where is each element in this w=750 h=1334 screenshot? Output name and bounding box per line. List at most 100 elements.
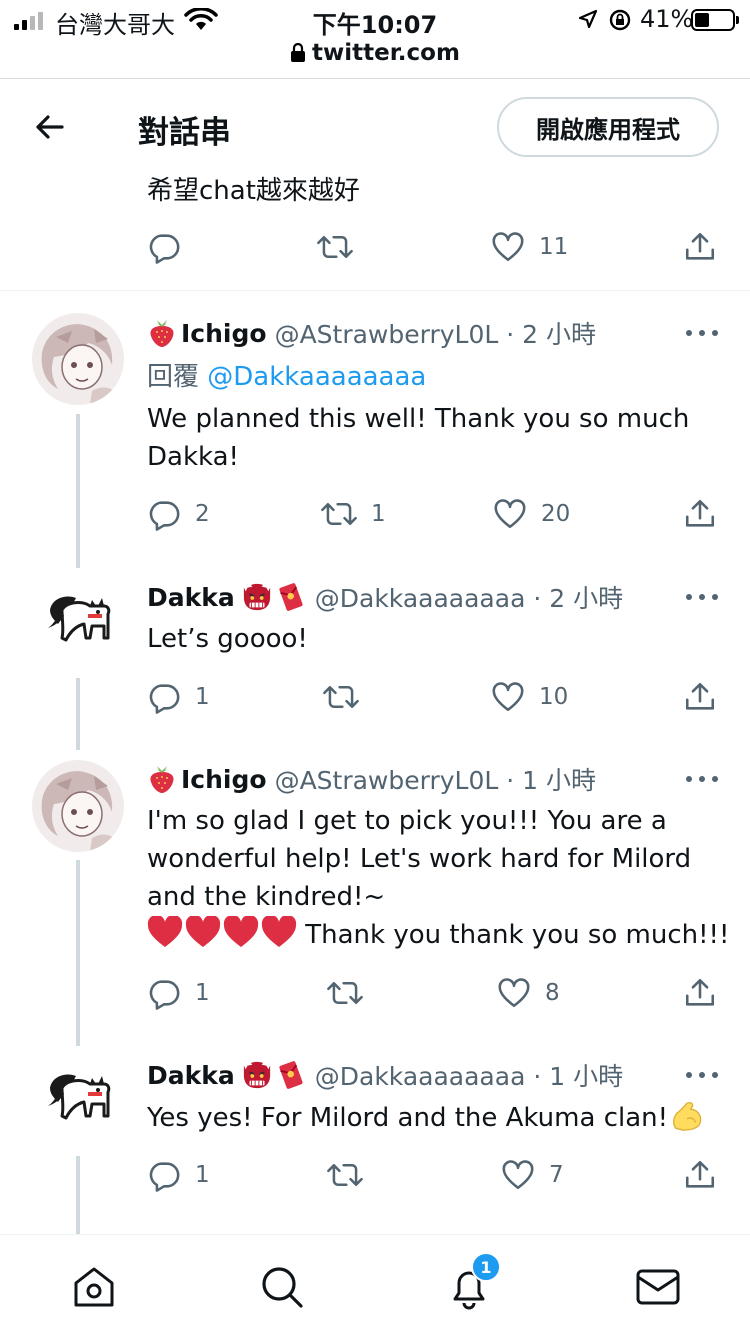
clock: 下午10:07 (312, 11, 438, 39)
display-name[interactable]: Dakka (147, 1061, 235, 1090)
url-text: twitter.com (312, 40, 460, 66)
tweet-body: I'm so glad I get to pick you!!! You are… (147, 802, 730, 954)
mail-icon[interactable] (634, 1263, 682, 1311)
reply-count: 1 (195, 684, 210, 710)
search-icon[interactable] (258, 1263, 306, 1311)
like-button[interactable]: 10 (491, 680, 568, 714)
url-bar[interactable]: twitter.com (0, 38, 750, 68)
like-icon (492, 232, 524, 262)
retweet-icon (323, 680, 359, 714)
display-name[interactable]: Dakka (147, 583, 235, 612)
like-button[interactable]: 8 (497, 976, 560, 1010)
tweet-header: Dakka @Dakkaaaaaaaa · 1 小時 (147, 1058, 623, 1092)
tweet-text: 希望chat越來越好 (147, 176, 360, 206)
handle[interactable]: @AStrawberryL0L · 2 小時 (275, 315, 596, 351)
tweet-text: Let’s goooo! (147, 624, 308, 654)
more-icon[interactable] (686, 1070, 718, 1080)
tweet-actions: 11 (147, 230, 727, 270)
more-icon[interactable] (686, 328, 718, 338)
share-icon (683, 680, 717, 714)
handle[interactable]: @Dakkaaaaaaaa · 2 小時 (315, 579, 623, 615)
like-count: 20 (541, 501, 571, 527)
tweet-body: Yes yes! For Milord and the Akuma clan! (147, 1098, 727, 1137)
avatar[interactable] (32, 313, 124, 405)
reply-button[interactable]: 1 (147, 1158, 210, 1192)
tweet-body: 回覆 @Dakkaaaaaaaa We planned this well! T… (147, 358, 727, 476)
like-button[interactable]: 11 (491, 230, 568, 264)
retweet-button[interactable] (317, 230, 353, 264)
avatar[interactable] (32, 1054, 124, 1146)
reply-icon (147, 497, 181, 531)
like-count: 7 (549, 1162, 564, 1188)
thread-header: 對話串 開啟應用程式 (0, 79, 750, 175)
bottom-nav: 1 (0, 1234, 750, 1334)
reply-icon (149, 234, 180, 264)
reply-button[interactable] (147, 230, 181, 264)
reply-button[interactable]: 1 (147, 680, 210, 714)
avatar[interactable] (32, 576, 124, 668)
reply-icon (147, 1158, 181, 1192)
display-name[interactable]: Ichigo (181, 765, 267, 794)
reply-mention[interactable]: @Dakkaaaaaaaa (207, 362, 426, 392)
tweet-text: I'm so glad I get to pick you!!! You are… (147, 806, 692, 912)
retweet-button[interactable]: 1 (321, 497, 386, 531)
like-count: 11 (539, 234, 569, 260)
share-icon (685, 232, 715, 260)
retweet-icon (327, 976, 363, 1010)
home-icon[interactable] (70, 1263, 118, 1311)
retweet-count: 1 (371, 501, 386, 527)
more-icon[interactable] (686, 592, 718, 602)
retweet-button[interactable] (327, 976, 377, 1010)
tweet-text-line: Thank you thank you so much!!! (147, 916, 730, 954)
share-button[interactable] (683, 230, 717, 264)
reply-icon (147, 680, 181, 714)
reply-prefix: 回覆 (147, 362, 200, 392)
reply-count: 2 (195, 501, 210, 527)
share-icon (683, 1158, 717, 1192)
battery-icon (691, 9, 739, 31)
lock-icon (291, 43, 306, 62)
handle[interactable]: @AStrawberryL0L · 1 小時 (275, 761, 596, 797)
share-icon (683, 497, 717, 531)
notification-badge: 1 (471, 1252, 501, 1282)
like-icon (501, 1158, 535, 1192)
like-button[interactable]: 20 (493, 497, 570, 531)
reply-button[interactable]: 1 (147, 976, 210, 1010)
red-envelope-icon (275, 1060, 307, 1090)
display-name[interactable]: Ichigo (181, 319, 267, 348)
thread-line (76, 414, 80, 568)
strawberry-icon (147, 318, 177, 348)
thread-line (76, 1156, 80, 1234)
retweet-button[interactable] (327, 1158, 377, 1192)
tweet-text: We planned this well! Thank you so much … (147, 404, 690, 472)
tweet-header: Ichigo @AStrawberryL0L · 1 小時 (147, 762, 596, 796)
avatar[interactable] (32, 760, 124, 852)
like-button[interactable]: 7 (501, 1158, 564, 1192)
reply-count: 1 (195, 980, 210, 1006)
thread-line (76, 678, 80, 750)
page-title: 對話串 (138, 115, 231, 151)
reply-button[interactable]: 2 (147, 497, 210, 531)
battery-percent: 41% (640, 5, 694, 33)
tweet-actions: 2 1 20 (147, 497, 727, 537)
tweet-text: Yes yes! For Milord and the Akuma clan! (147, 1103, 669, 1133)
like-icon (493, 497, 527, 531)
share-button[interactable] (683, 976, 717, 1010)
tweet-actions: 1 7 (147, 1158, 727, 1198)
tweet-text: Thank you thank you so much!!! (305, 920, 730, 950)
handle[interactable]: @Dakkaaaaaaaa · 1 小時 (315, 1057, 623, 1093)
open-app-button[interactable]: 開啟應用程式 (497, 97, 719, 157)
like-count: 10 (539, 684, 569, 710)
back-arrow-icon[interactable] (32, 109, 68, 145)
share-button[interactable] (683, 497, 717, 531)
retweet-button[interactable] (323, 680, 373, 714)
retweet-icon (321, 497, 357, 531)
share-icon (683, 976, 717, 1010)
flexed-biceps-icon (670, 1098, 704, 1132)
share-button[interactable] (683, 1158, 717, 1192)
red-heart-icon (223, 916, 259, 948)
more-icon[interactable] (686, 774, 718, 784)
location-arrow-icon (578, 9, 598, 29)
share-button[interactable] (683, 680, 717, 714)
ogre-icon (241, 1060, 273, 1090)
